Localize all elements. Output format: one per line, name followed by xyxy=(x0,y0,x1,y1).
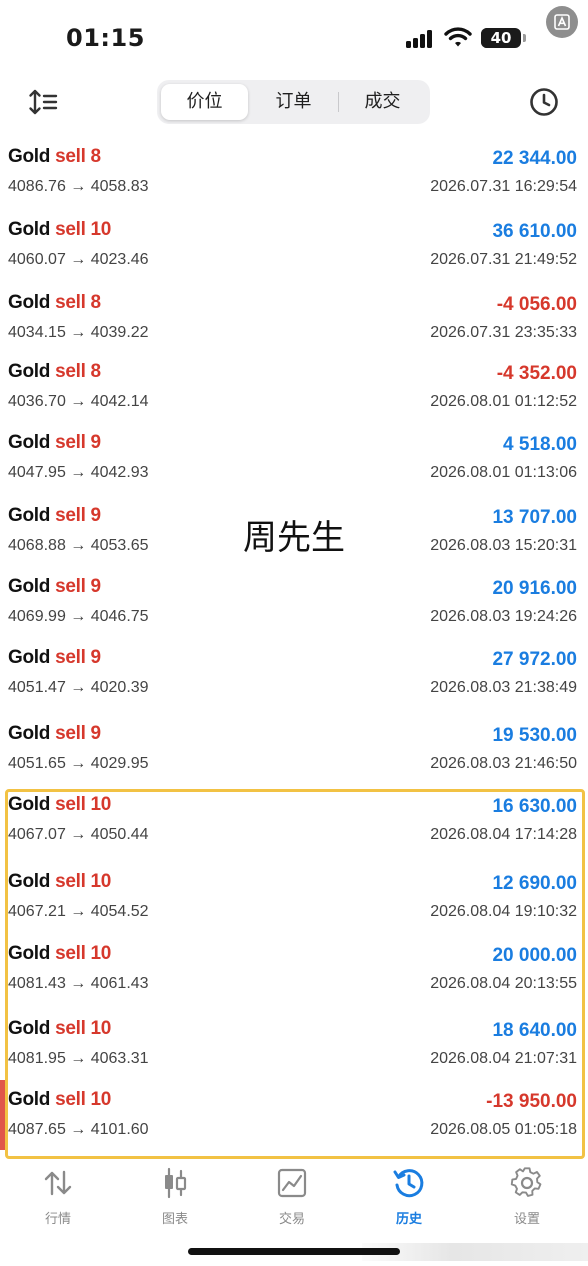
clock-icon[interactable] xyxy=(528,86,560,118)
deal-row[interactable]: Gold sell 9 4051.65 → 4029.95 19 530.00 202… xyxy=(0,715,588,785)
deal-side: sell 8 xyxy=(55,146,101,167)
edge-marker xyxy=(0,1080,5,1150)
nav-history[interactable]: 历史 xyxy=(369,1166,449,1227)
deal-symbol: Gold xyxy=(8,723,51,744)
watermark: 周先生 xyxy=(243,518,345,558)
deal-symbol: Gold xyxy=(8,146,51,167)
deal-title: Gold sell 9 xyxy=(8,432,101,454)
translate-icon xyxy=(554,14,570,30)
deal-prices: 4051.47 → 4020.39 xyxy=(8,679,149,696)
history-icon xyxy=(393,1169,424,1198)
tab-orders[interactable]: 订单 xyxy=(250,84,337,120)
gear-icon xyxy=(510,1167,542,1197)
nav-label: 历史 xyxy=(395,1212,422,1227)
deal-symbol: Gold xyxy=(8,432,51,453)
status-bar: 01:15 40 xyxy=(0,0,588,70)
highlight-box xyxy=(5,789,585,1159)
deal-row[interactable]: Gold sell 9 4069.99 → 4046.75 20 916.00 202… xyxy=(0,568,588,638)
deal-prices: 4060.07 → 4023.46 xyxy=(8,251,149,268)
nav-label: 交易 xyxy=(278,1212,305,1227)
cellular-signal-icon xyxy=(406,30,436,48)
battery-level: 40 xyxy=(490,29,512,47)
deal-prices: 4086.76 → 4058.83 xyxy=(8,178,149,195)
tab-price[interactable]: 价位 xyxy=(161,84,248,120)
segmented-control: 价位 订单 成交 xyxy=(157,80,430,124)
nav-label: 设置 xyxy=(513,1212,540,1227)
deal-time: 2026.07.31 23:35:33 xyxy=(430,324,577,341)
deal-profit: 4 518.00 xyxy=(503,434,577,455)
deal-title: Gold sell 10 xyxy=(8,219,111,241)
candlestick-icon xyxy=(165,1167,187,1199)
deal-side: sell 9 xyxy=(55,723,101,744)
nav-trade[interactable]: 交易 xyxy=(252,1166,332,1227)
deal-time: 2026.07.31 21:49:52 xyxy=(430,251,577,268)
deal-title: Gold sell 9 xyxy=(8,647,101,669)
deal-side: sell 9 xyxy=(55,576,101,597)
battery-tip xyxy=(523,34,526,42)
status-time: 01:15 xyxy=(66,24,145,52)
nav-charts[interactable]: 图表 xyxy=(135,1166,215,1227)
deal-profit: -4 352.00 xyxy=(496,363,577,384)
deal-title: Gold sell 8 xyxy=(8,292,101,314)
deal-symbol: Gold xyxy=(8,647,51,668)
deal-prices: 4036.70 → 4042.14 xyxy=(8,393,149,410)
deal-prices: 4047.95 → 4042.93 xyxy=(8,464,149,481)
deal-symbol: Gold xyxy=(8,292,51,313)
deal-title: Gold sell 8 xyxy=(8,146,101,168)
deal-side: sell 9 xyxy=(55,432,101,453)
deal-profit: 20 916.00 xyxy=(492,578,577,599)
trade-chart-icon xyxy=(277,1168,307,1198)
home-indicator[interactable] xyxy=(188,1248,400,1255)
deal-symbol: Gold xyxy=(8,576,51,597)
deal-profit: 27 972.00 xyxy=(492,649,577,670)
deal-side: sell 8 xyxy=(55,361,101,382)
wifi-icon xyxy=(444,27,472,47)
nav-label: 图表 xyxy=(161,1212,188,1227)
deal-time: 2026.08.01 01:12:52 xyxy=(430,393,577,410)
deal-prices: 4051.65 → 4029.95 xyxy=(8,755,149,772)
deal-row[interactable]: Gold sell 9 4051.47 → 4020.39 27 972.00 202… xyxy=(0,639,588,709)
tab-deals[interactable]: 成交 xyxy=(339,84,426,120)
deal-profit: 36 610.00 xyxy=(492,221,577,242)
nav-label: 行情 xyxy=(44,1212,71,1227)
deal-profit: 22 344.00 xyxy=(492,148,577,169)
battery-icon: 40 xyxy=(481,28,521,48)
nav-quotes[interactable]: 行情 xyxy=(18,1166,98,1227)
arrows-up-down-icon xyxy=(44,1170,72,1196)
deal-symbol: Gold xyxy=(8,219,51,240)
deal-row[interactable]: Gold sell 9 4047.95 → 4042.93 4 518.00 2026… xyxy=(0,424,588,494)
deal-symbol: Gold xyxy=(8,361,51,382)
deal-side: sell 8 xyxy=(55,292,101,313)
deal-title: Gold sell 9 xyxy=(8,723,101,745)
deal-row[interactable]: Gold sell 8 4034.15 → 4039.22 -4 056.00 202… xyxy=(0,284,588,354)
deal-title: Gold sell 8 xyxy=(8,361,101,383)
deal-title: Gold sell 9 xyxy=(8,576,101,598)
deal-time: 2026.08.01 01:13:06 xyxy=(430,464,577,481)
sort-icon[interactable] xyxy=(28,88,58,116)
translate-overlay-button[interactable] xyxy=(546,6,578,38)
deal-side: sell 10 xyxy=(55,219,112,240)
deal-time: 2026.07.31 16:29:54 xyxy=(430,178,577,195)
deal-row[interactable]: Gold sell 8 4036.70 → 4042.14 -4 352.00 202… xyxy=(0,353,588,423)
deal-row[interactable]: Gold sell 10 4060.07 → 4023.46 36 610.00 20… xyxy=(0,211,588,281)
deal-time: 2026.08.03 19:24:26 xyxy=(430,608,577,625)
deal-profit: 19 530.00 xyxy=(492,725,577,746)
deal-profit: -4 056.00 xyxy=(496,294,577,315)
toolbar: 价位 订单 成交 xyxy=(0,76,588,130)
nav-settings[interactable]: 设置 xyxy=(487,1166,567,1227)
deal-time: 2026.08.03 21:46:50 xyxy=(430,755,577,772)
deal-side: sell 9 xyxy=(55,647,101,668)
deal-prices: 4034.15 → 4039.22 xyxy=(8,324,149,341)
deal-time: 2026.08.03 21:38:49 xyxy=(430,679,577,696)
deal-prices: 4069.99 → 4046.75 xyxy=(8,608,149,625)
deal-row[interactable]: Gold sell 8 4086.76 → 4058.83 22 344.00 202… xyxy=(0,138,588,208)
